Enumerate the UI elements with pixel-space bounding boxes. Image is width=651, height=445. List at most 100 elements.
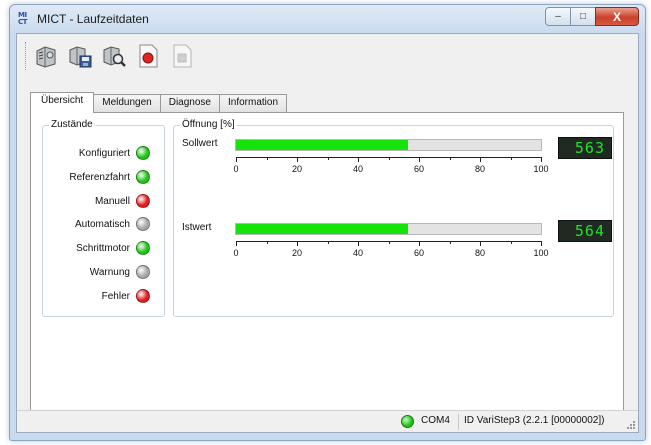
tab-uebersicht[interactable]: Übersicht: [30, 92, 95, 113]
scale-tick: [510, 241, 512, 244]
save-device-button[interactable]: [66, 42, 94, 70]
scale-tick: [541, 157, 542, 162]
window-title: MICT - Laufzeitdaten: [37, 12, 149, 26]
scale-tick-label: 20: [291, 164, 303, 174]
state-row-konfiguriert: Konfiguriert: [79, 144, 150, 162]
stop-icon: [173, 44, 192, 68]
application-window: MI CT MICT - Laufzeitdaten – □ X Übersic…: [9, 4, 646, 441]
scale-tick-label: 40: [352, 248, 364, 258]
state-label: Manuell: [94, 195, 130, 207]
scale-tick: [480, 241, 481, 246]
status-led-icon: [136, 146, 150, 160]
istwert-bar-fill: [236, 224, 409, 234]
sollwert-bar-fill: [236, 140, 408, 150]
istwert-bar: [235, 223, 542, 235]
device-save-icon: [69, 46, 92, 68]
scale-tick: [266, 157, 268, 160]
state-label: Schrittmotor: [76, 242, 130, 254]
scale-tick: [266, 241, 268, 244]
scale-tick-label: 100: [533, 164, 549, 174]
scale-tick-label: 60: [413, 248, 425, 258]
states-group: Zustände Konfiguriert Referenzfahrt Manu…: [42, 119, 165, 317]
title-bar[interactable]: MI CT MICT - Laufzeitdaten – □ X: [10, 5, 645, 33]
istwert-scale: 0 20 40 60 80 100: [233, 241, 549, 265]
toolbar-grip[interactable]: [25, 42, 28, 70]
state-row-schrittmotor: Schrittmotor: [76, 239, 150, 257]
scale-tick: [388, 157, 390, 160]
istwert-display: 564: [558, 220, 612, 242]
close-button[interactable]: X: [595, 7, 639, 26]
record-icon: [139, 44, 158, 68]
status-led-icon: [136, 241, 150, 255]
states-group-title: Zustände: [49, 119, 95, 130]
toolbar: [17, 34, 638, 78]
scale-tick: [297, 157, 298, 162]
status-led-icon: [136, 289, 150, 303]
scale-tick: [480, 157, 481, 162]
resize-grip-icon[interactable]: [626, 420, 636, 430]
device-icon: [36, 46, 56, 68]
inspect-device-button[interactable]: [100, 42, 128, 70]
scale-tick-label: 80: [474, 248, 486, 258]
state-label: Warnung: [89, 266, 130, 278]
client-area: Übersicht Meldungen Diagnose Information…: [16, 33, 639, 433]
scale-tick-label: 0: [233, 164, 239, 174]
tab-information[interactable]: Information: [219, 94, 288, 112]
scale-tick-label: 0: [233, 248, 239, 258]
sollwert-label: Sollwert: [182, 138, 218, 149]
status-port: COM4: [421, 415, 450, 426]
state-row-manuell: Manuell: [95, 192, 150, 210]
scale-tick-label: 80: [474, 164, 486, 174]
status-led-icon: [136, 194, 150, 208]
scale-tick-label: 100: [533, 248, 549, 258]
state-row-warnung: Warnung: [90, 263, 150, 281]
scale-tick: [449, 157, 451, 160]
scale-tick: [327, 157, 329, 160]
scale-tick: [510, 157, 512, 160]
read-device-button[interactable]: [32, 42, 60, 70]
stop-button[interactable]: [168, 42, 196, 70]
app-logo-icon: MI CT: [18, 11, 27, 26]
minimize-button[interactable]: –: [545, 7, 571, 26]
sollwert-scale: 0 20 40 60 80 100: [233, 157, 549, 181]
scale-tick: [327, 241, 329, 244]
state-label: Automatisch: [74, 218, 130, 230]
state-label: Referenzfahrt: [69, 171, 130, 183]
state-row-automatisch: Automatisch: [75, 215, 150, 233]
sollwert-bar: [235, 139, 542, 151]
scale-tick: [358, 241, 359, 246]
scale-tick: [419, 241, 420, 246]
tab-meldungen[interactable]: Meldungen: [93, 94, 161, 112]
status-device: ID VariStep3 (2.2.1 [00000002]): [464, 415, 605, 426]
scale-tick-label: 60: [413, 164, 425, 174]
scale-tick: [236, 157, 237, 162]
opening-group: Öffnung [%] Sollwert 0 20 40 60 80 100 563 Is…: [173, 119, 614, 317]
scale-tick-label: 40: [352, 164, 364, 174]
scale-tick: [236, 241, 237, 246]
status-bar: COM4 ID VariStep3 (2.2.1 [00000002]): [17, 410, 638, 432]
maximize-button[interactable]: □: [570, 7, 596, 26]
istwert-label: Istwert: [182, 222, 212, 233]
scale-tick: [449, 241, 451, 244]
status-led-icon: [136, 265, 150, 279]
device-search-icon: [103, 46, 126, 67]
state-row-fehler: Fehler: [102, 287, 150, 305]
tab-diagnose[interactable]: Diagnose: [159, 94, 220, 112]
scale-tick: [358, 157, 359, 162]
state-label: Fehler: [101, 290, 130, 302]
record-button[interactable]: [134, 42, 162, 70]
tab-panel-uebersicht: Zustände Konfiguriert Referenzfahrt Manu…: [30, 112, 624, 412]
scale-tick: [297, 241, 298, 246]
scale-tick-label: 20: [291, 248, 303, 258]
status-led-icon: [136, 217, 150, 231]
connection-led-icon: [401, 415, 414, 428]
scale-tick: [419, 157, 420, 162]
state-row-referenzfahrt: Referenzfahrt: [69, 168, 150, 186]
scale-tick: [388, 241, 390, 244]
scale-tick: [541, 241, 542, 246]
sollwert-display: 563: [558, 137, 612, 159]
status-divider: [458, 414, 459, 430]
opening-group-title: Öffnung [%]: [180, 119, 237, 130]
status-led-icon: [136, 170, 150, 184]
state-label: Konfiguriert: [78, 147, 130, 159]
